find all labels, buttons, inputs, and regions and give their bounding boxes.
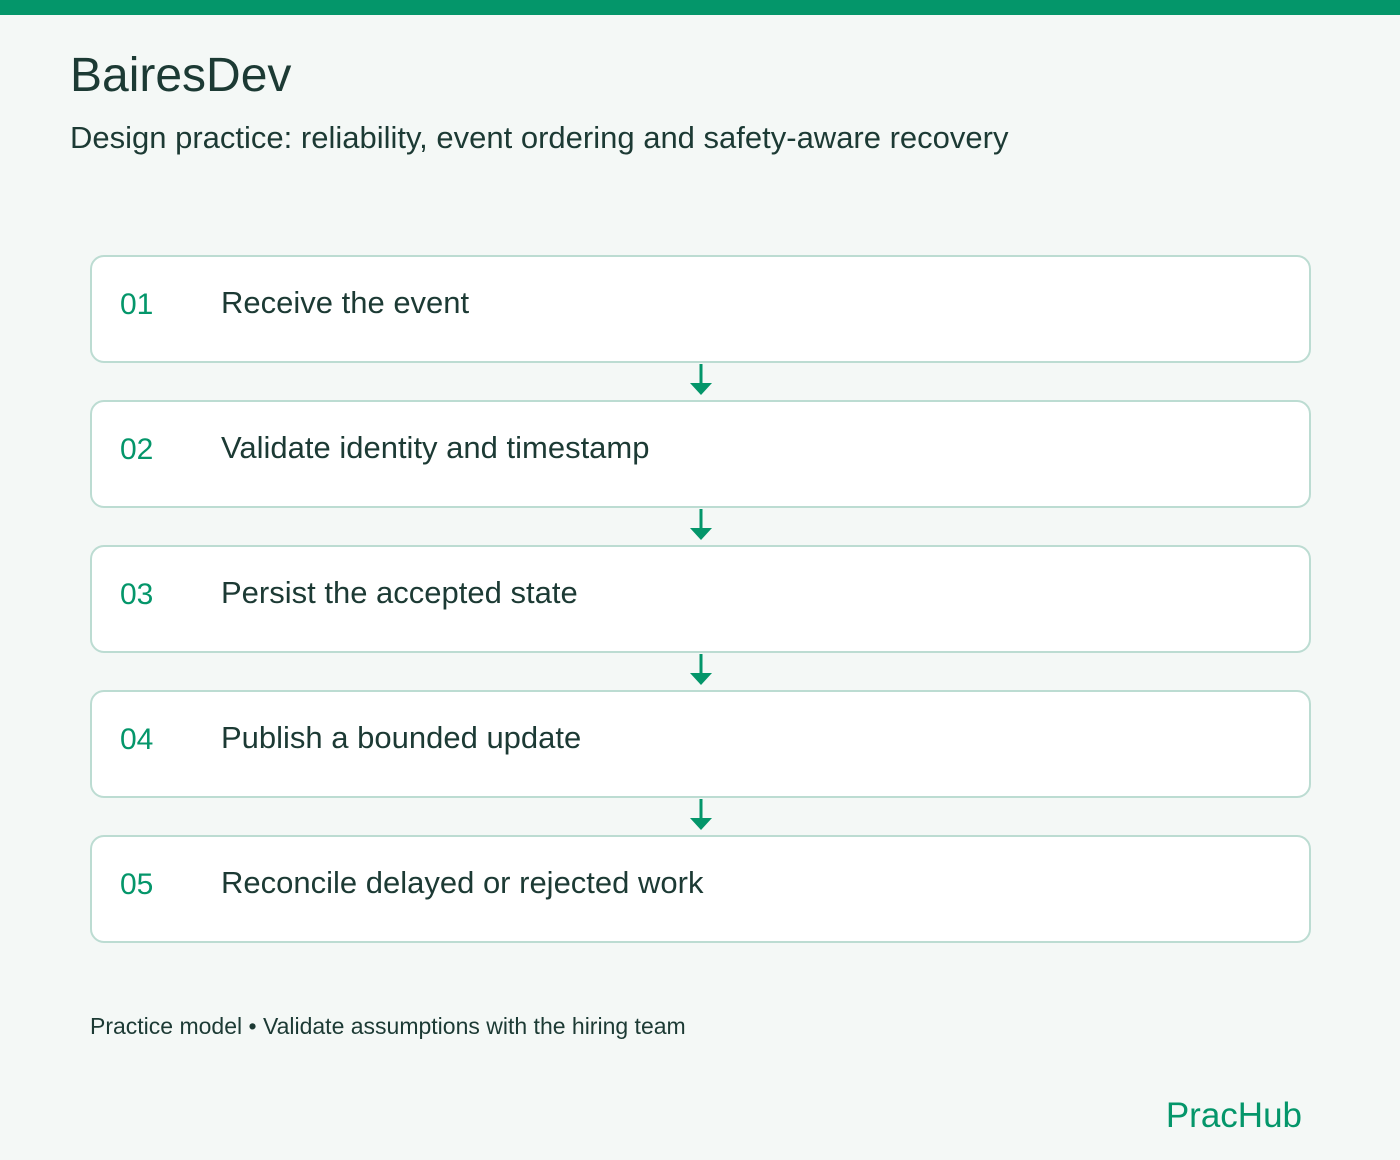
step-number: 04: [120, 723, 154, 756]
footnote: Practice model • Validate assumptions wi…: [90, 1013, 686, 1039]
step-number: 01: [120, 288, 154, 321]
top-accent-bar: [0, 0, 1400, 15]
step-card-5: 05 Reconcile delayed or rejected work: [90, 835, 1311, 943]
step-label: Persist the accepted state: [221, 575, 578, 610]
step-label: Receive the event: [221, 285, 470, 320]
arrow-down-icon: [690, 654, 712, 685]
step-label: Publish a bounded update: [221, 720, 582, 755]
step-number: 03: [120, 578, 154, 611]
step-card-4: 04 Publish a bounded update: [90, 690, 1311, 798]
step-number: 02: [120, 433, 154, 466]
page-title: BairesDev: [70, 49, 292, 102]
arrow-down-icon: [690, 509, 712, 540]
step-card-1: 01 Receive the event: [90, 255, 1311, 363]
step-card-3: 03 Persist the accepted state: [90, 545, 1311, 653]
page-subtitle: Design practice: reliability, event orde…: [70, 120, 1009, 155]
step-label: Validate identity and timestamp: [221, 430, 650, 465]
brand-logo: PracHub: [1165, 1096, 1302, 1135]
step-number: 05: [120, 868, 154, 901]
arrow-down-icon: [690, 364, 712, 395]
step-card-2: 02 Validate identity and timestamp: [90, 400, 1311, 508]
arrow-down-icon: [690, 799, 712, 830]
step-label: Reconcile delayed or rejected work: [221, 865, 704, 900]
